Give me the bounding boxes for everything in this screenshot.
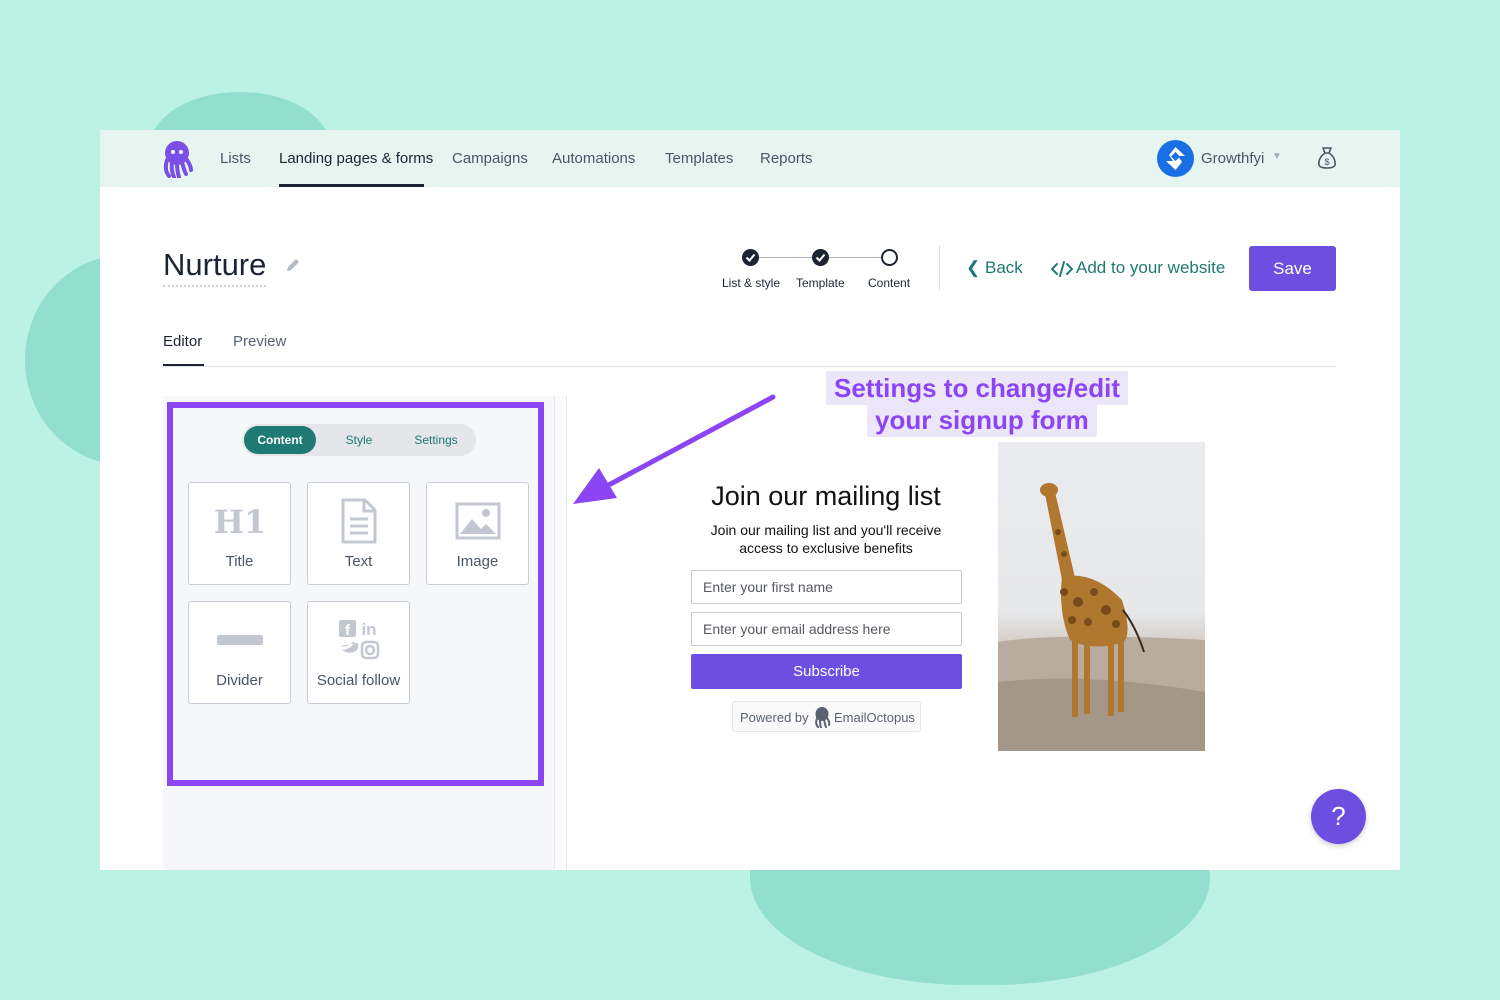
octopus-logo-icon[interactable]	[160, 140, 194, 178]
top-navigation: Lists Landing pages & forms Campaigns Au…	[100, 130, 1400, 187]
annotation-text: Settings to change/edit	[826, 371, 1129, 405]
step-label[interactable]: List & style	[722, 276, 780, 290]
active-nav-indicator	[279, 184, 424, 187]
app-window: Lists Landing pages & forms Campaigns Au…	[100, 130, 1400, 870]
form-image[interactable]	[998, 442, 1205, 751]
back-link[interactable]: ❮ Back	[966, 258, 1023, 278]
step-connector	[758, 257, 812, 258]
account-name[interactable]: Growthfyi	[1201, 150, 1264, 167]
tab-preview[interactable]: Preview	[233, 333, 286, 350]
account-logo-icon	[1166, 147, 1185, 170]
settings-highlight-box	[167, 402, 544, 786]
nav-reports[interactable]: Reports	[760, 150, 813, 167]
step-label[interactable]: Template	[796, 276, 845, 290]
help-button[interactable]: ?	[1311, 789, 1366, 844]
code-icon[interactable]	[1051, 261, 1073, 277]
check-icon	[742, 249, 759, 266]
powered-by-label: Powered by	[740, 710, 809, 725]
chevron-down-icon[interactable]: ▼	[1272, 151, 1282, 162]
header-divider	[939, 245, 940, 290]
chevron-left-icon: ❮	[966, 258, 981, 277]
nav-templates[interactable]: Templates	[665, 150, 733, 167]
nav-lists[interactable]: Lists	[220, 150, 251, 167]
pencil-icon[interactable]	[284, 256, 302, 274]
money-bag-icon[interactable]: $	[1316, 146, 1338, 170]
nav-automations[interactable]: Automations	[552, 150, 635, 167]
email-input[interactable]	[691, 612, 962, 646]
powered-by-badge[interactable]: Powered by EmailOctopus	[732, 701, 921, 732]
step-label[interactable]: Content	[868, 276, 910, 290]
account-avatar[interactable]	[1157, 140, 1194, 177]
nav-landing-pages[interactable]: Landing pages & forms	[279, 150, 433, 167]
annotation-text: your signup form	[867, 403, 1097, 437]
form-title[interactable]: Join our mailing list	[691, 481, 961, 512]
subscribe-button[interactable]: Subscribe	[691, 654, 962, 689]
powered-by-brand: EmailOctopus	[834, 710, 915, 725]
giraffe-photo	[998, 483, 1205, 751]
tab-divider	[163, 366, 1336, 367]
first-name-input[interactable]	[691, 570, 962, 604]
form-subtitle-line: access to exclusive benefits	[739, 540, 913, 556]
form-subtitle-line: Join our mailing list and you'll receive	[710, 522, 942, 538]
add-to-website-link[interactable]: Add to your website	[1076, 258, 1225, 278]
save-button[interactable]: Save	[1249, 246, 1336, 291]
check-icon	[812, 249, 829, 266]
nav-campaigns[interactable]: Campaigns	[452, 150, 528, 167]
octopus-logo-icon	[815, 707, 831, 728]
step-current-dot	[881, 249, 898, 266]
progress-stepper: List & style Template Content	[715, 248, 945, 298]
page-title[interactable]: Nurture	[163, 247, 267, 287]
svg-text:$: $	[1324, 157, 1329, 167]
step-connector	[828, 257, 882, 258]
back-label: Back	[984, 258, 1023, 277]
form-subtitle[interactable]: Join our mailing list and you'll receive…	[691, 521, 961, 557]
tab-editor[interactable]: Editor	[163, 333, 202, 350]
